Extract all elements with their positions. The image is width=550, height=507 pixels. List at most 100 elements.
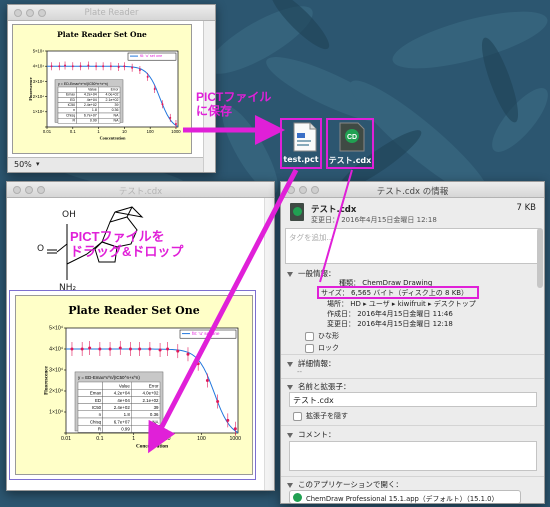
hide-extension-checkbox[interactable] <box>293 411 302 421</box>
plate-reader-title: Plate Reader <box>84 8 139 18</box>
fit-table-text: 0.99 <box>121 427 130 432</box>
name-input[interactable]: テスト.cdx <box>289 392 537 407</box>
zoom-bar: 50% ▾ <box>8 157 204 172</box>
x-axis-label: Concentration <box>136 443 168 449</box>
data-point <box>128 347 132 351</box>
general-header-label: 一般情報： <box>298 269 336 278</box>
cd-logo: CD <box>347 134 357 141</box>
fit-table-text: R <box>73 119 76 123</box>
x-tick-label: 1000 <box>230 436 242 442</box>
chemdraw-titlebar: テスト.cdx <box>7 182 274 198</box>
test-pct-file-highlight[interactable]: test.pct <box>280 118 322 169</box>
fit-table-text: IC50 <box>92 405 102 410</box>
info-size-short: 7 KB <box>516 203 536 213</box>
locked-checkbox-row[interactable]: ロック <box>305 343 339 353</box>
data-point <box>71 65 74 68</box>
data-point <box>131 66 134 69</box>
small-chart-panel: Plate Reader Set One 0.01 0.1 1 10 100 1000 1×… <box>12 24 192 154</box>
fit-table-text: NA <box>152 427 158 432</box>
y-tick-label: 4×10⁴ <box>49 347 63 353</box>
fit-table-text: 6.7e+07 <box>84 113 97 117</box>
disclosure-triangle-icon <box>287 432 293 438</box>
x-axis-label: Concentration <box>100 135 126 140</box>
fit-table-text: IC50 <box>68 103 76 107</box>
chemdraw-title: テスト.cdx <box>118 187 163 197</box>
stationery-checkbox[interactable] <box>305 331 314 341</box>
fit-table-text: Emax <box>66 93 75 97</box>
x-tick-label: 0.1 <box>70 129 76 134</box>
data-point <box>161 103 164 106</box>
fit-table-text: 4e+04 <box>87 98 97 102</box>
more-info-section-header[interactable]: 詳細情報： <box>287 358 336 369</box>
fit-table-text: 1.8 <box>124 412 131 417</box>
tags-input[interactable]: タグを追加... <box>285 228 540 264</box>
large-chart: 0.01 0.1 1 10 100 1000 1×10⁴ 2×10⁴ 3×10⁴ 4×10⁴ 5×1… <box>43 326 242 450</box>
fit-table-text: 2.4e+02 <box>114 405 131 410</box>
data-point <box>102 65 105 68</box>
data-point <box>153 88 156 90</box>
fit-table-text: 4e+04 <box>117 398 130 403</box>
annotation-save-pict: PICTファイル に保存 <box>196 90 272 118</box>
y-tick-label: 2×10⁴ <box>49 389 63 395</box>
stationery-checkbox-row[interactable]: ひな形 <box>305 331 339 341</box>
x-tick-label: 100 <box>197 436 206 442</box>
data-point <box>98 347 102 351</box>
comment-section-header[interactable]: コメント： <box>287 429 336 440</box>
disclosure-triangle-icon <box>287 482 293 488</box>
more-info-value: -- <box>297 368 303 376</box>
general-section-header[interactable]: 一般情報： <box>287 268 336 279</box>
fit-table-text: n <box>73 108 75 112</box>
fit-table-text: Value <box>119 383 130 388</box>
scrollbar-right[interactable] <box>264 198 274 490</box>
fit-table-text: 6.7e+07 <box>114 419 131 424</box>
data-point <box>216 400 220 403</box>
data-point <box>146 75 149 78</box>
data-point <box>169 116 172 119</box>
test-cdx-label: テスト.cdx <box>328 156 372 165</box>
y-axis-label: Fluorescence <box>43 365 49 394</box>
plate-reader-titlebar: Plate Reader <box>8 5 215 21</box>
test-cdx-file-highlight[interactable]: CD テスト.cdx <box>326 118 374 169</box>
annotation-drag-drop: PICTファイルを ドラッグ&ドロップ <box>70 229 184 259</box>
data-point <box>79 65 82 68</box>
data-point <box>95 65 98 68</box>
data-point <box>108 347 112 351</box>
plate-reader-window: Plate Reader Plate Reader Set One 0.01 0.… <box>7 4 216 173</box>
fit-table-text: Error <box>111 87 120 91</box>
open-with-section-header[interactable]: このアプリケーションで開く： <box>287 479 403 490</box>
data-point <box>148 347 152 351</box>
open-with-app: ChemDraw Professional 15.1.app（デフォルト）（15… <box>306 495 499 503</box>
chevron-down-icon[interactable]: ▾ <box>36 160 40 168</box>
y-tick-label: 1×10⁴ <box>49 410 63 416</box>
chemdraw-document-icon: CD <box>339 122 365 152</box>
fit-table-text: 39 <box>154 405 159 410</box>
fit-table-text: 2.4e+02 <box>84 103 97 107</box>
fit-table-text: Error <box>149 383 159 388</box>
zoom-menu[interactable]: 50% <box>14 160 32 169</box>
x-tick-label: 1000 <box>171 129 181 134</box>
info-titlebar: テスト.cdx の情報 <box>281 182 544 198</box>
data-point <box>117 65 120 68</box>
x-tick-label: 10 <box>165 436 171 442</box>
fit-table-text: 1.8 <box>92 108 97 112</box>
oh-label: OH <box>62 210 76 220</box>
fit-table-text: Chisq <box>90 419 102 424</box>
fit-table-text: NA <box>114 119 120 123</box>
disclosure-triangle-icon <box>287 271 293 277</box>
info-scrollbar[interactable] <box>537 228 543 288</box>
fit-table-text: 2.1e+02 <box>106 98 119 102</box>
fit-table-text: 39 <box>115 103 119 107</box>
info-modified-short: 変更日： 2016年4月15日金曜日 12:18 <box>311 216 437 224</box>
data-point <box>109 65 112 68</box>
comment-textarea[interactable] <box>289 441 537 471</box>
y-axis-label: Fluorescence <box>28 77 33 100</box>
data-point <box>166 347 170 351</box>
x-tick-label: 100 <box>147 129 155 134</box>
name-ext-section-header[interactable]: 名前と拡張子： <box>287 381 351 392</box>
large-chart-panel[interactable]: Plate Reader Set One 0.01 0.1 1 10 100 1000 1×… <box>15 295 253 475</box>
hide-extension-row[interactable]: 拡張子を隠す <box>293 411 348 421</box>
open-with-select[interactable]: ChemDraw Professional 15.1.app（デフォルト）（15… <box>289 490 521 503</box>
y-tick-label: 5×10⁴ <box>49 326 63 332</box>
locked-checkbox[interactable] <box>305 343 314 353</box>
data-point <box>50 65 53 68</box>
